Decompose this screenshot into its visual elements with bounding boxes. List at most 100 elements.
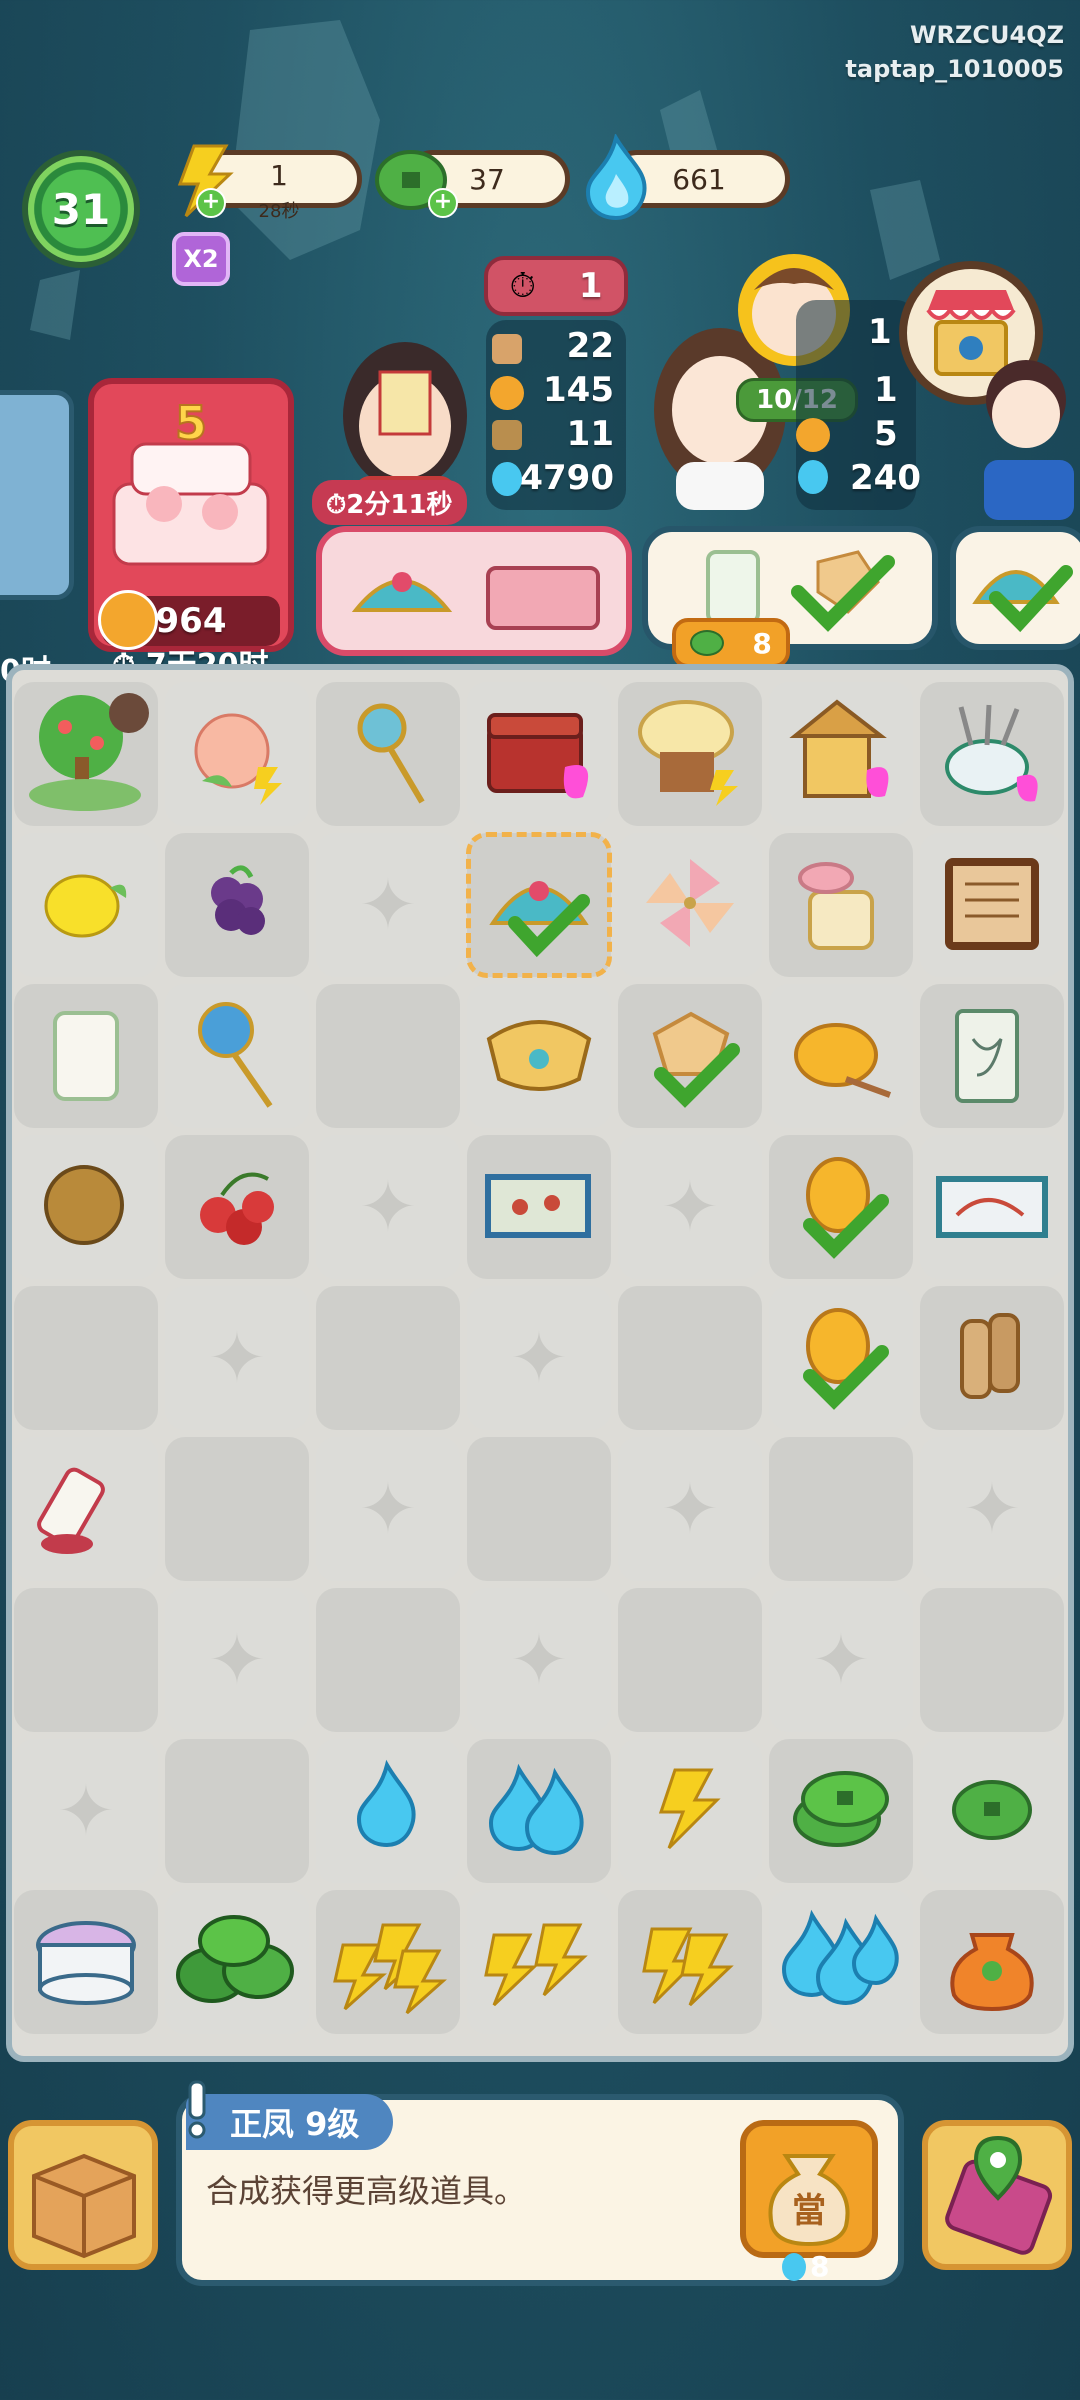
board-cell[interactable] [618,1286,762,1430]
board-cell[interactable] [14,1286,158,1430]
board-cell[interactable] [316,1739,460,1883]
cherry-item[interactable] [182,1155,292,1259]
board-cell[interactable] [467,1437,611,1581]
ink-scroll-item[interactable] [937,999,1047,1113]
customer-character-3[interactable] [966,360,1080,520]
jade-coin-item[interactable] [942,1764,1042,1858]
painting-scroll-item[interactable] [474,1155,604,1259]
board-cell[interactable]: ✦ [467,1286,611,1430]
board-cell[interactable] [14,1135,158,1279]
board-cell[interactable] [920,984,1064,1128]
board-cell[interactable] [165,1739,309,1883]
board-cell[interactable] [467,1890,611,2034]
board-cell[interactable] [618,682,762,826]
board-cell[interactable] [14,1437,158,1581]
tiara-item[interactable] [479,1009,599,1103]
kiwi-item[interactable] [36,1155,136,1259]
board-cell[interactable] [769,1286,913,1430]
board-cell[interactable] [14,984,158,1128]
board-cell[interactable] [769,1890,913,2034]
rolled-scrolls-item[interactable] [942,1301,1042,1415]
board-cell[interactable] [316,984,460,1128]
blue-flame-pile-item[interactable] [776,1905,906,2019]
board-cell[interactable] [920,1135,1064,1279]
lightning-pile-item[interactable] [323,1905,453,2019]
storage-box-button[interactable] [8,2120,158,2270]
powder-box-item[interactable] [26,1905,146,2019]
jade-coin-pile-item[interactable] [172,1905,302,2019]
board-cell[interactable] [316,682,460,826]
board-cell[interactable] [467,1135,611,1279]
board-cell[interactable] [14,833,158,977]
add-coins-button[interactable]: + [428,188,458,218]
blue-hairpin-item[interactable] [182,994,292,1118]
milk-glass-item[interactable] [41,999,131,1113]
pawn-button[interactable]: 當 [740,2120,878,2258]
board-cell[interactable] [618,1890,762,2034]
board-cell[interactable]: ✦ [618,1135,762,1279]
board-cell[interactable] [165,682,309,826]
board-cell[interactable] [618,984,762,1128]
board-cell[interactable] [467,682,611,826]
lightning-item[interactable] [645,1764,735,1858]
golden-house-item[interactable] [781,692,901,816]
board-cell[interactable] [920,1286,1064,1430]
board-cell[interactable] [14,1588,158,1732]
paint-tube-item[interactable] [31,1452,141,1566]
blue-flame-item[interactable] [343,1759,433,1863]
order-3-request[interactable] [950,526,1080,650]
pinwheel-item[interactable] [640,853,740,957]
lightning-pair-item[interactable] [474,1905,604,2019]
order-1-request[interactable] [316,526,632,656]
honey-item[interactable] [786,1145,896,1269]
board-cell[interactable] [165,984,309,1128]
board-cell[interactable] [316,1588,460,1732]
board-cell[interactable] [920,1739,1064,1883]
board-cell[interactable]: ✦ [316,833,460,977]
board-cell[interactable]: ✦ [316,1135,460,1279]
board-cell[interactable]: ✦ [618,1437,762,1581]
mulberry-item[interactable] [187,853,287,957]
jade-coin-stack-item[interactable] [781,1759,901,1863]
board-cell[interactable] [316,1890,460,2034]
hairpin-item[interactable] [338,692,438,816]
board-cell[interactable] [920,1890,1064,2034]
phoenix-crown-item[interactable] [479,843,599,967]
board-cell[interactable] [920,1588,1064,1732]
board-cell[interactable] [14,682,158,826]
landscape-scroll-item[interactable] [927,1155,1057,1259]
board-cell[interactable] [920,682,1064,826]
board-cell[interactable]: ✦ [165,1286,309,1430]
board-cell[interactable] [165,833,309,977]
stopwatch-counter[interactable]: ⏱ 1 [484,256,628,316]
map-button[interactable] [922,2120,1072,2270]
paper-fan-item[interactable] [635,994,745,1118]
brush-pot-item[interactable] [937,697,1047,811]
lemon-item[interactable] [36,858,136,952]
board-cell[interactable] [14,1890,158,2034]
fruit-tree-generator[interactable] [21,687,151,821]
cream-jar-item[interactable] [786,848,896,962]
board-cell[interactable]: ✦ [165,1588,309,1732]
board-cell[interactable] [769,984,913,1128]
honey-item[interactable] [786,999,896,1113]
board-cell[interactable] [769,682,913,826]
board-cell[interactable] [769,833,913,977]
peach-item[interactable] [182,697,292,811]
board-cell[interactable] [769,1437,913,1581]
board-cell[interactable]: ✦ [920,1437,1064,1581]
board-cell[interactable] [769,1135,913,1279]
treasure-chest-item[interactable] [479,697,599,811]
board-cell[interactable] [769,1739,913,1883]
lucky-bag-item[interactable] [942,1905,1042,2019]
board-cell[interactable] [920,833,1064,977]
board-cell[interactable] [618,833,762,977]
board-cell[interactable] [316,1286,460,1430]
board-cell[interactable] [618,1739,762,1883]
board-cell[interactable] [467,1739,611,1883]
board-cell[interactable]: ✦ [316,1437,460,1581]
board-cell[interactable]: ✦ [769,1588,913,1732]
board-cell[interactable] [618,1588,762,1732]
lightning-pair-item[interactable] [630,1905,750,2019]
board-cell-selected[interactable] [466,832,612,978]
